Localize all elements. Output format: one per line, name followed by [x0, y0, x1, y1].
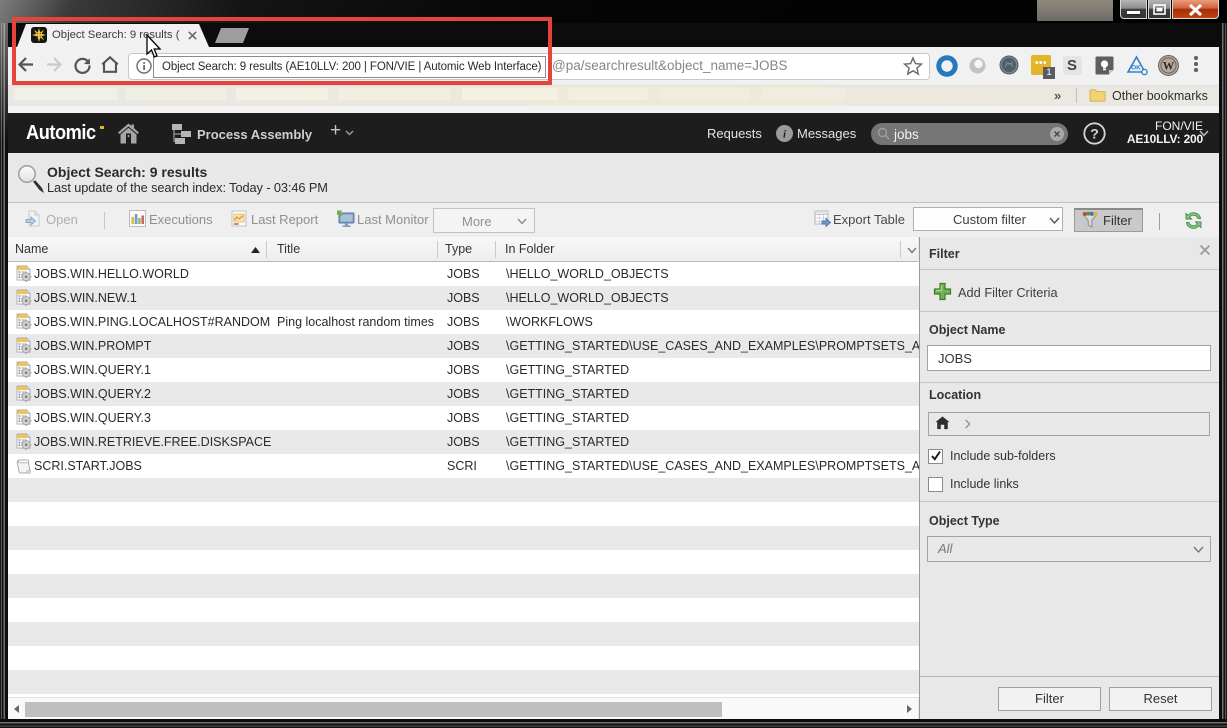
svg-text:W: W — [1163, 61, 1175, 73]
svg-text:OK: OK — [1131, 65, 1141, 72]
